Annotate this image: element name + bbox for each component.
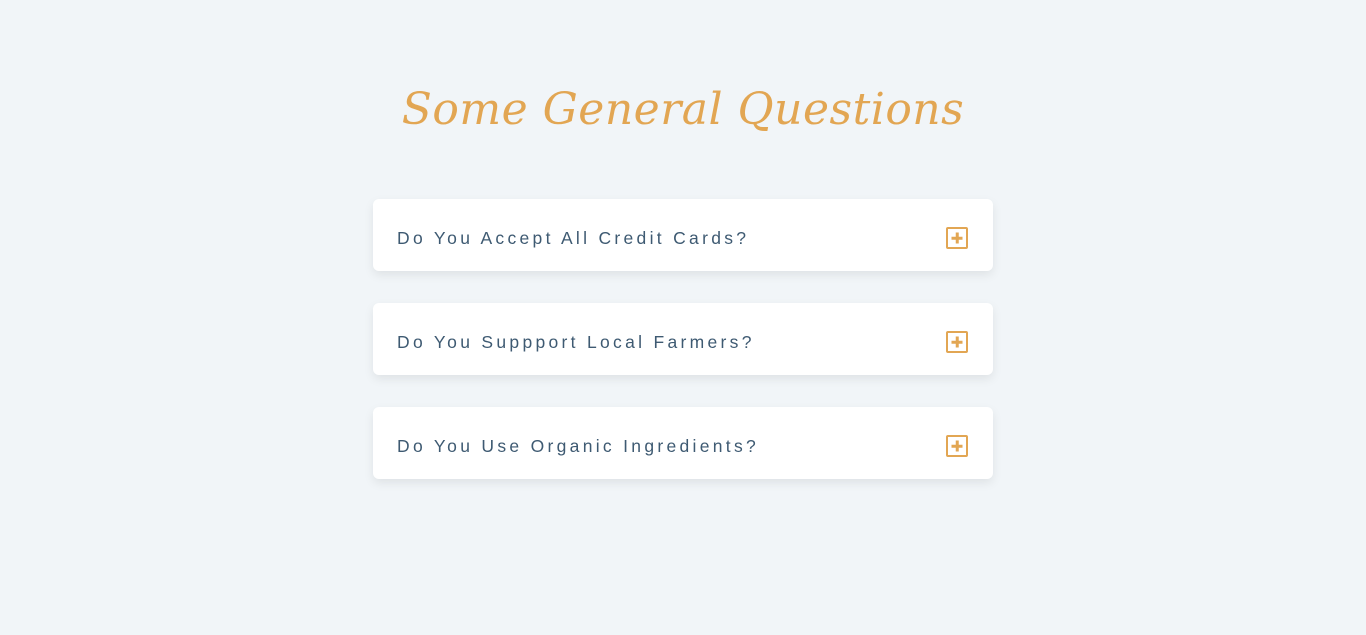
faq-question[interactable]: Do You Use Organic Ingredients? — [397, 407, 759, 479]
faq-item-credit-cards[interactable]: Do You Accept All Credit Cards? — [373, 199, 993, 271]
faq-item-organic-ingredients[interactable]: Do You Use Organic Ingredients? — [373, 407, 993, 479]
faq-list: Do You Accept All Credit Cards? Do You S… — [373, 199, 993, 511]
faq-question[interactable]: Do You Accept All Credit Cards? — [397, 199, 749, 271]
page-title: Some General Questions — [401, 84, 965, 135]
plus-square-icon[interactable] — [946, 227, 968, 249]
plus-square-icon[interactable] — [946, 331, 968, 353]
faq-page: Some General Questions Do You Accept All… — [0, 0, 1366, 635]
faq-item-local-farmers[interactable]: Do You Suppport Local Farmers? — [373, 303, 993, 375]
plus-square-icon[interactable] — [946, 435, 968, 457]
faq-question[interactable]: Do You Suppport Local Farmers? — [397, 303, 755, 375]
